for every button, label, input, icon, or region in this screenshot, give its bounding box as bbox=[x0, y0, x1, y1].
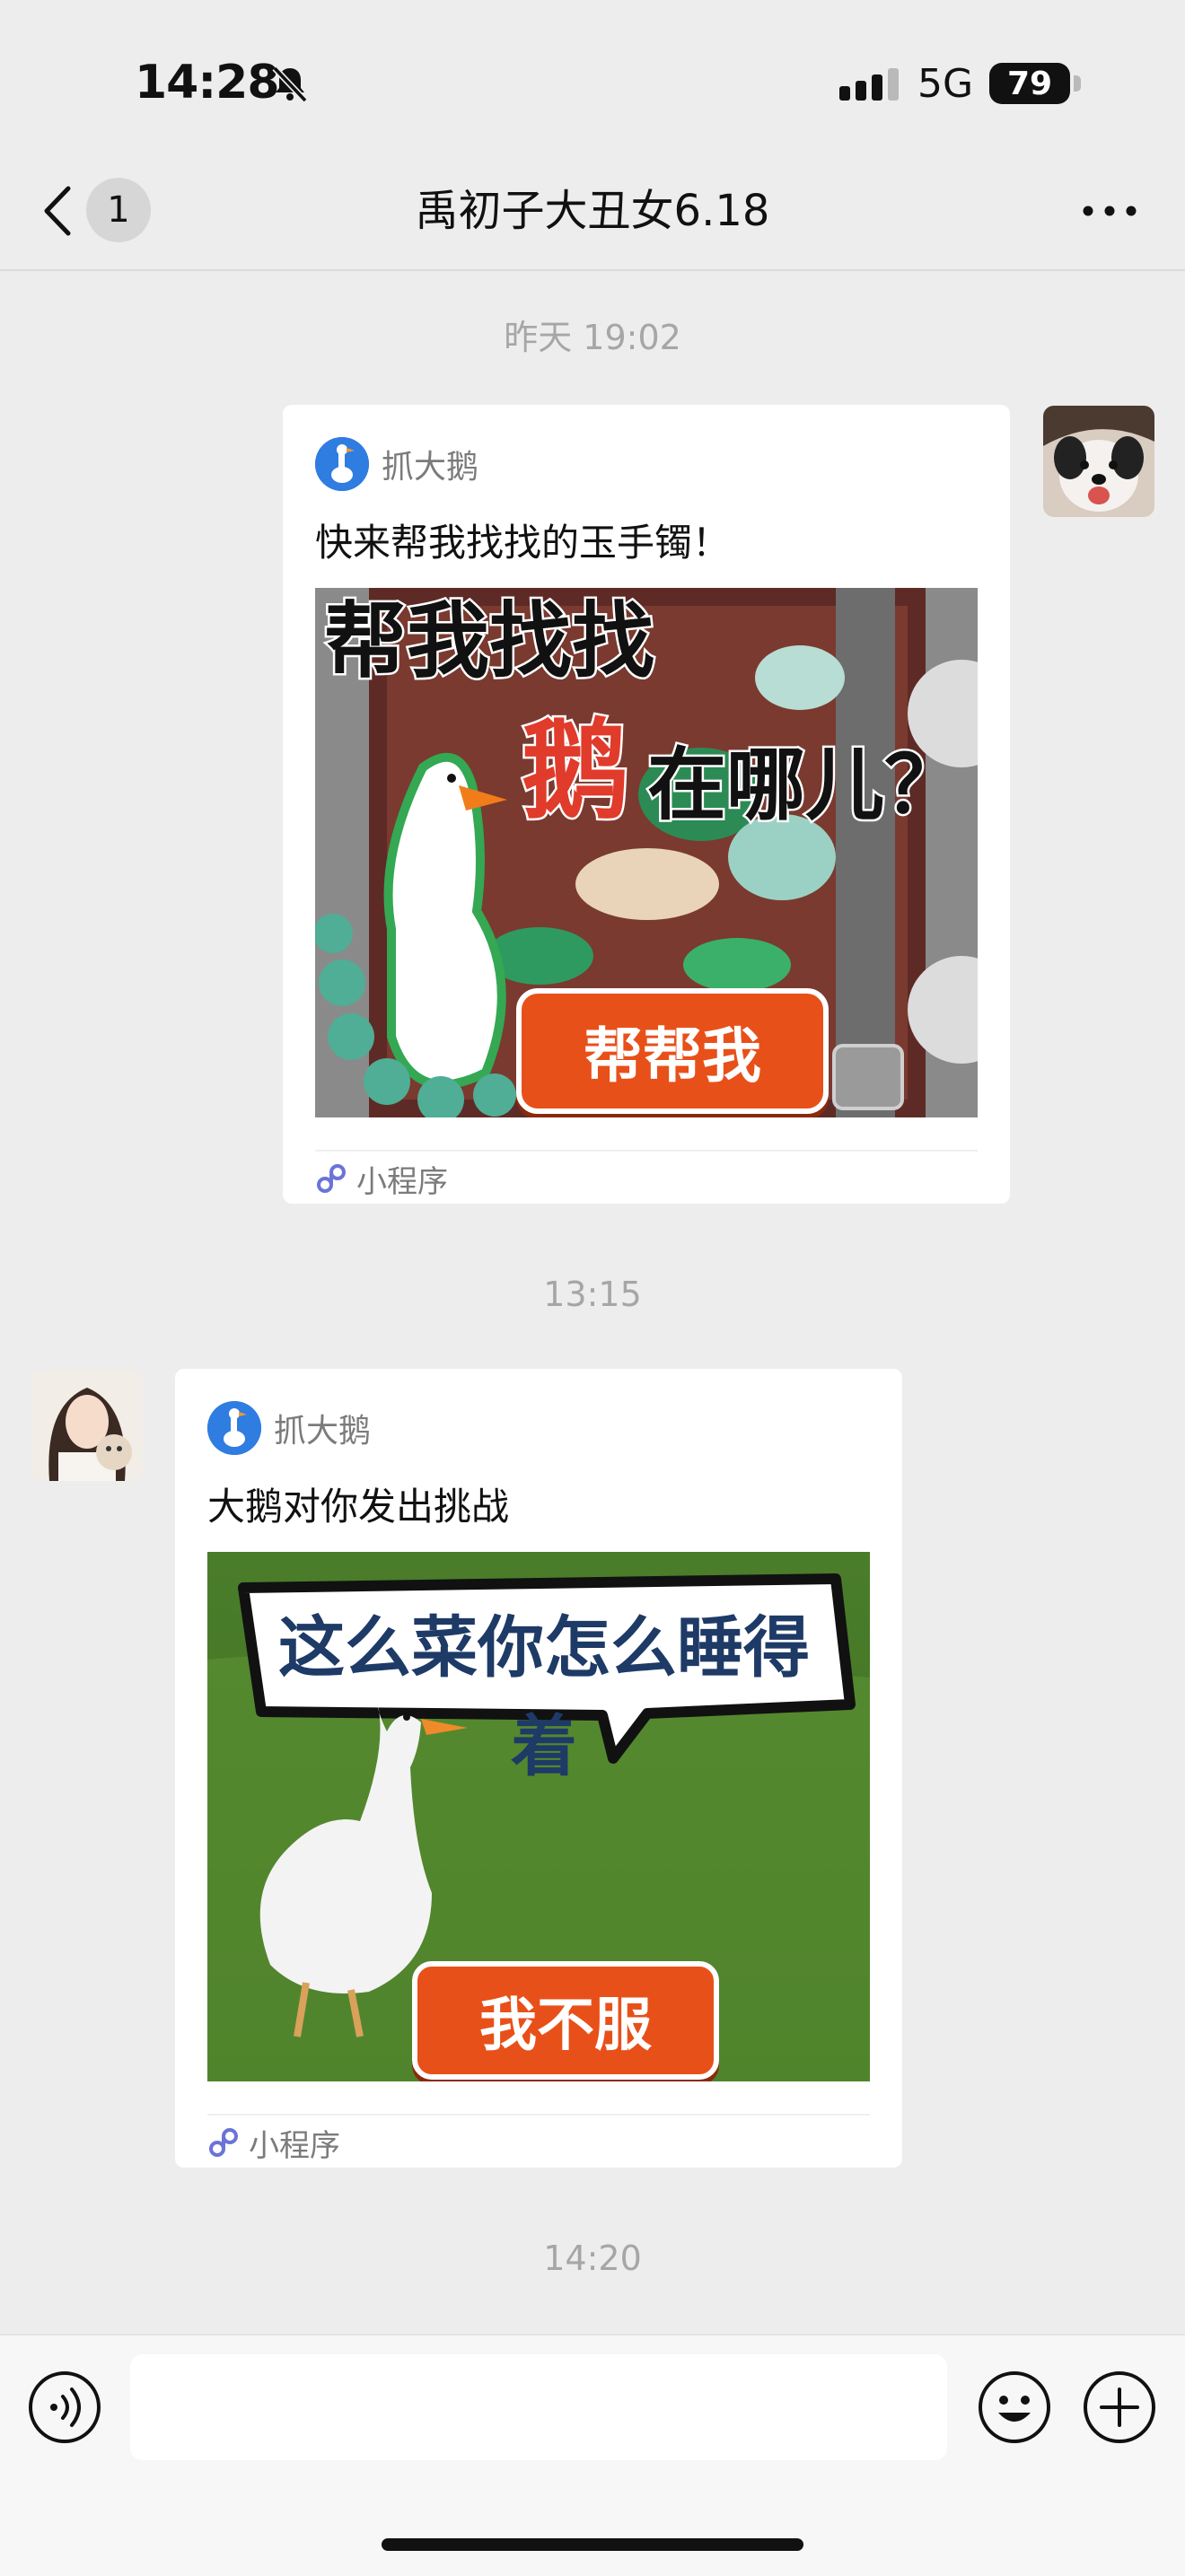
status-time: 14:28 bbox=[135, 56, 280, 110]
battery-level: 79 bbox=[1006, 65, 1053, 102]
home-indicator[interactable] bbox=[382, 2538, 803, 2551]
mini-program-link-icon bbox=[209, 2128, 238, 2157]
message-timestamp: 昨天 19:02 bbox=[504, 318, 681, 357]
signal-bars-icon bbox=[839, 68, 899, 101]
preview-help-button: 帮帮我 bbox=[516, 988, 829, 1114]
contact-avatar[interactable] bbox=[31, 1370, 143, 1481]
footer-label: 小程序 bbox=[356, 1163, 448, 1200]
preview-challenge-button: 我不服 bbox=[412, 1961, 719, 2080]
goose-app-logo bbox=[315, 437, 369, 491]
card-app-header: 抓大鹅 bbox=[207, 1401, 371, 1455]
message-timestamp: 13:15 bbox=[543, 1275, 642, 1314]
message-input[interactable] bbox=[130, 2354, 947, 2460]
message-timestamp: 14:20 bbox=[543, 2239, 642, 2278]
card-footer: 小程序 bbox=[315, 1150, 978, 1205]
mini-program-card[interactable]: 抓大鹅 大鹅对你发出挑战 这么菜你怎么睡得着 我不服 小程序 bbox=[175, 1369, 902, 2168]
battery-tip bbox=[1074, 75, 1081, 92]
footer-label: 小程序 bbox=[249, 2127, 340, 2164]
mini-program-card[interactable]: 抓大鹅 快来帮我找找的玉手镯！ 帮我找找 鹅 在哪儿？ 帮帮我 小程序 bbox=[283, 405, 1010, 1204]
chevron-left-icon[interactable] bbox=[36, 180, 81, 242]
preview-speech-bubble-text: 这么菜你怎么睡得着 bbox=[278, 1609, 810, 1785]
card-preview-image: 帮我找找 鹅 在哪儿？ 帮帮我 bbox=[315, 588, 978, 1117]
preview-headline-1: 帮我找找 bbox=[321, 593, 656, 689]
app-name: 抓大鹅 bbox=[382, 449, 479, 486]
chat-title: 禹初子大丑女6.18 bbox=[415, 186, 770, 236]
preview-headline-3: 在哪儿？ bbox=[645, 738, 965, 832]
unread-count-badge[interactable]: 1 bbox=[86, 178, 151, 242]
girl-avatar-image bbox=[31, 1370, 143, 1481]
mini-program-link-icon bbox=[317, 1164, 346, 1193]
more-dots-icon[interactable] bbox=[1077, 190, 1142, 232]
card-preview-image: 这么菜你怎么睡得着 我不服 bbox=[207, 1552, 870, 2081]
dog-avatar-image bbox=[1043, 406, 1154, 517]
network-type: 5G bbox=[917, 61, 974, 107]
preview-headline-2: 鹅 bbox=[520, 709, 632, 834]
plus-icon[interactable] bbox=[1082, 2370, 1157, 2445]
bell-slash-icon bbox=[272, 66, 308, 103]
self-avatar[interactable] bbox=[1043, 406, 1154, 517]
card-footer: 小程序 bbox=[207, 2114, 870, 2169]
card-app-header: 抓大鹅 bbox=[315, 437, 478, 491]
app-name: 抓大鹅 bbox=[274, 1413, 372, 1450]
voice-icon[interactable] bbox=[27, 2370, 102, 2445]
battery-indicator: 79 bbox=[989, 63, 1070, 104]
card-description: 大鹅对你发出挑战 bbox=[207, 1485, 510, 1529]
card-description: 快来帮我找找的玉手镯！ bbox=[315, 521, 731, 565]
goose-app-logo bbox=[207, 1401, 261, 1455]
emoji-icon[interactable] bbox=[977, 2370, 1052, 2445]
